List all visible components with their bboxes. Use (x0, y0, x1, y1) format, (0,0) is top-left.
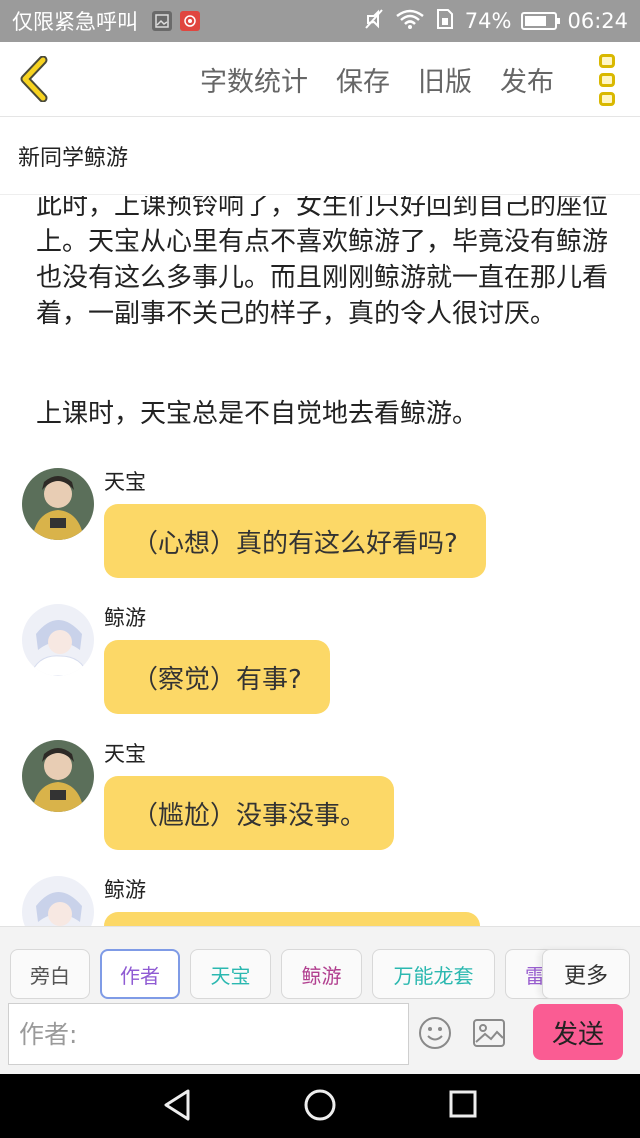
back-triangle-icon[interactable] (162, 1088, 192, 1122)
more-roles-button[interactable]: 更多 (542, 949, 630, 999)
recent-square-icon[interactable] (449, 1090, 477, 1118)
battery-icon (521, 12, 561, 30)
system-nav-bar (0, 1074, 640, 1138)
status-bar: 仅限紧急呼叫 74% 06:24 (0, 0, 640, 42)
more-vertical-icon[interactable] (596, 54, 618, 106)
send-button[interactable]: 发送 (533, 1004, 623, 1060)
gallery-notification-icon (152, 11, 172, 31)
message-input[interactable] (8, 1003, 409, 1065)
role-chip-label: 旁白 (30, 963, 70, 988)
app-notification-icon (180, 11, 200, 31)
role-chip-label: 万能龙套 (393, 963, 474, 988)
story-content[interactable]: 此时，上课预铃响了，女生们只好回到自己的座位上。天宝从心里有点不喜欢鲸游了，毕竟… (0, 196, 640, 926)
carrier-label: 仅限紧急呼叫 (12, 10, 138, 34)
role-chip-label: 鲸游 (301, 963, 342, 988)
sim-icon (435, 8, 455, 35)
composer: 发送 (0, 1000, 640, 1074)
role-chip-jingyou[interactable]: 鲸游 (281, 949, 362, 999)
chapter-title[interactable]: 新同学鲸游 (0, 117, 640, 195)
speaker-name: 天宝 (104, 742, 146, 766)
avatar (22, 604, 94, 676)
dialogue-message[interactable]: 鲸游 (22, 876, 622, 926)
speaker-name: 天宝 (104, 470, 146, 494)
message-bubble[interactable] (104, 912, 480, 926)
role-selector: 旁白 作者 天宝 鲸游 万能龙套 雷 更多 (0, 926, 640, 1000)
dialogue-message[interactable]: 天宝 （尴尬）没事没事。 (22, 740, 622, 850)
message-bubble[interactable]: （察觉）有事? (104, 640, 330, 714)
role-chip-label: 作者 (120, 963, 160, 988)
old-version-button[interactable]: 旧版 (418, 60, 472, 99)
emoji-icon[interactable] (418, 1016, 452, 1050)
dialogue-message[interactable]: 鲸游 （察觉）有事? (22, 604, 622, 714)
wifi-icon (395, 8, 425, 35)
back-button[interactable] (14, 54, 54, 104)
chevron-left-icon (20, 56, 48, 102)
save-button[interactable]: 保存 (336, 60, 390, 99)
role-chip-tianbao[interactable]: 天宝 (190, 949, 271, 999)
clock: 06:24 (567, 9, 628, 33)
word-count-button[interactable]: 字数统计 (200, 60, 308, 99)
speaker-name: 鲸游 (104, 606, 146, 630)
message-bubble[interactable]: （尴尬）没事没事。 (104, 776, 395, 850)
dialogue-message[interactable]: 天宝 （心想）真的有这么好看吗? (22, 468, 622, 578)
publish-button[interactable]: 发布 (500, 60, 554, 99)
role-chip-author[interactable]: 作者 (100, 949, 180, 999)
avatar (22, 740, 94, 812)
message-bubble[interactable]: （心想）真的有这么好看吗? (104, 504, 486, 578)
role-chip-narrator[interactable]: 旁白 (10, 949, 90, 999)
image-icon[interactable] (472, 1018, 506, 1048)
avatar (22, 468, 94, 540)
home-circle-icon[interactable] (303, 1088, 337, 1122)
speaker-name: 鲸游 (104, 878, 146, 902)
narration-paragraph: 此时，上课预铃响了，女生们只好回到自己的座位上。天宝从心里有点不喜欢鲸游了，毕竟… (36, 196, 609, 329)
role-chip-label: 天宝 (210, 963, 251, 988)
mute-icon (363, 8, 385, 35)
narration-paragraph: 上课时，天宝总是不自觉地去看鲸游。 (36, 399, 479, 429)
battery-percent: 74% (464, 9, 512, 33)
avatar (22, 876, 94, 926)
editor-toolbar: 字数统计 保存 旧版 发布 (0, 42, 640, 117)
role-chip-extra[interactable]: 万能龙套 (372, 949, 495, 999)
